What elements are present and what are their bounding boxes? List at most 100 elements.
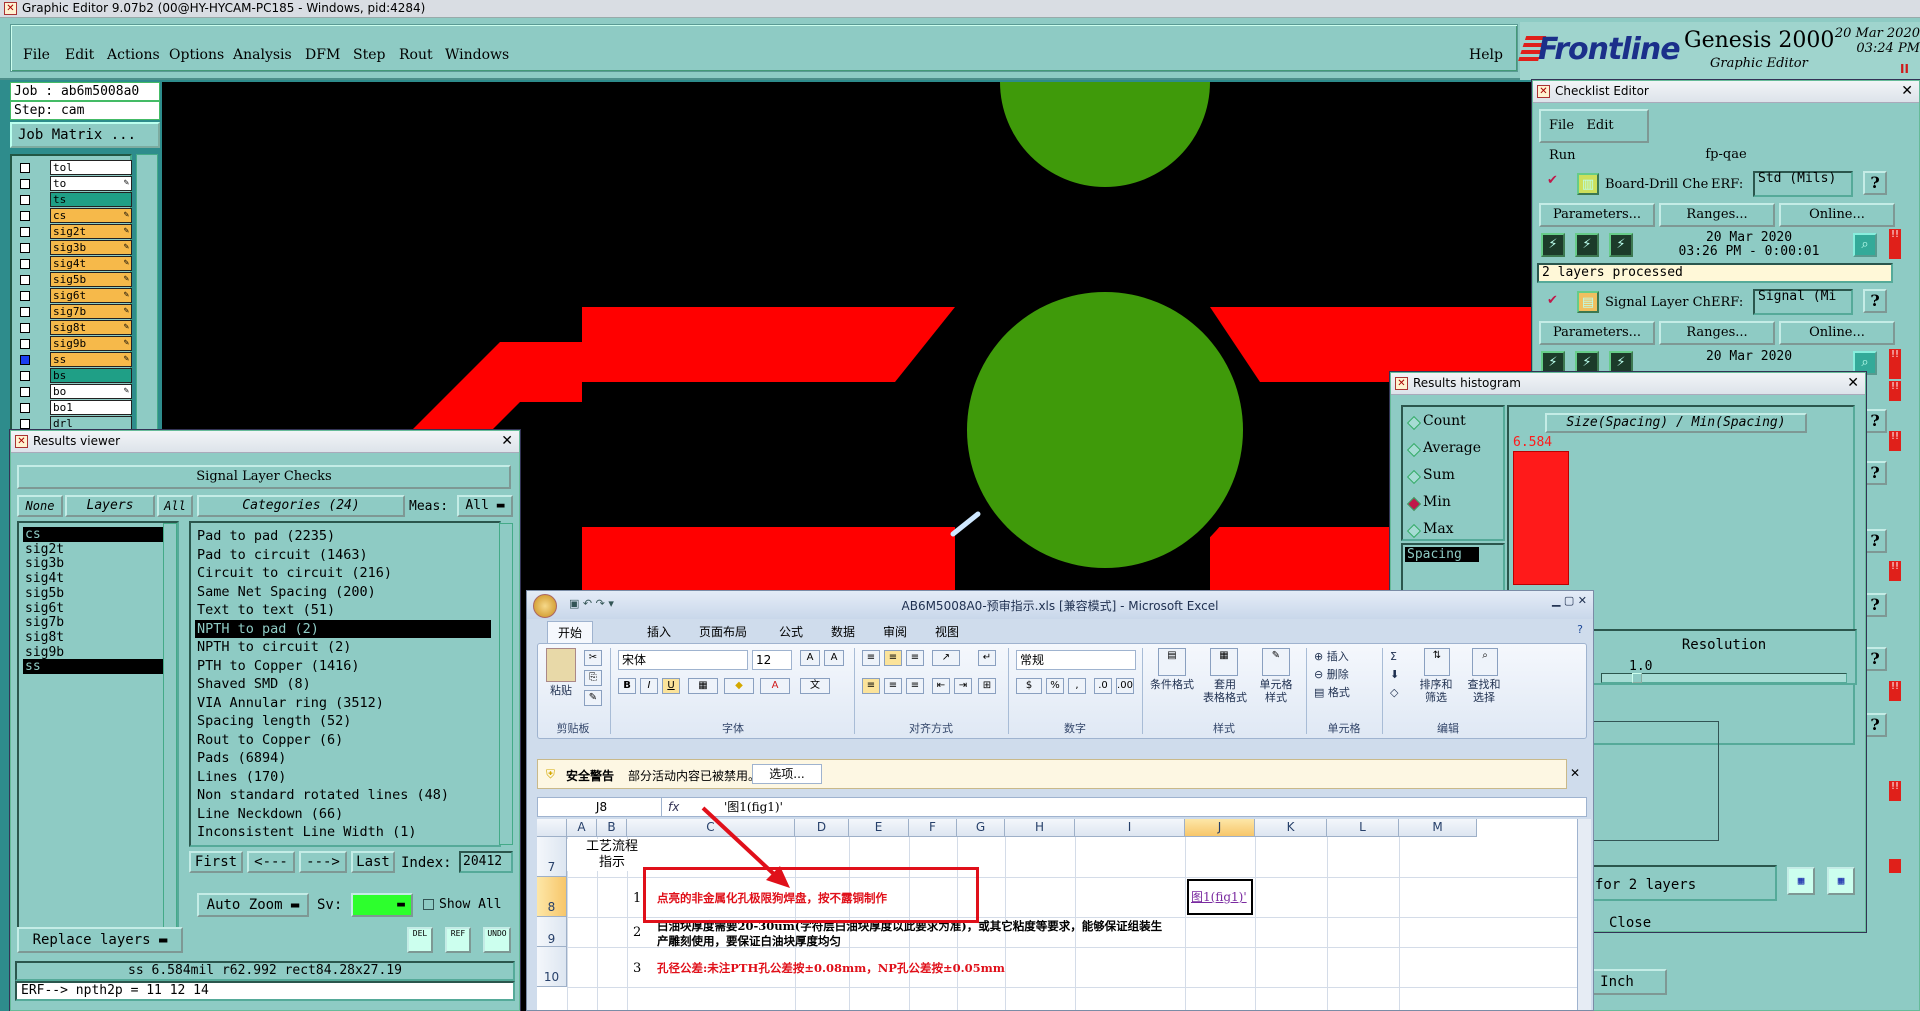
cell-style-icon[interactable]: ✎ [1262, 648, 1290, 676]
layer-row[interactable]: drl [16, 416, 134, 431]
conditional-format-button[interactable]: 条件格式 [1144, 678, 1200, 691]
wrap-text-icon[interactable]: ↵ [978, 650, 996, 666]
layers-all-button[interactable]: All [157, 495, 193, 517]
layer-row[interactable]: sig4t [16, 256, 134, 271]
fill-color-icon[interactable]: ◆ [724, 678, 754, 694]
cell-style-button[interactable]: 单元格 样式 [1254, 678, 1298, 704]
layer-checkbox[interactable] [20, 195, 30, 205]
sort-filter-button[interactable]: 排序和 筛选 [1414, 678, 1458, 704]
menu-step[interactable]: Step [353, 47, 385, 63]
mode-max-radio[interactable]: Max [1423, 521, 1454, 537]
formula-content[interactable]: '图1(fig1)' [724, 798, 783, 816]
row1-check-icon[interactable]: ✔ [1547, 173, 1558, 188]
format-painter-icon[interactable]: ✎ [584, 690, 602, 706]
category-item[interactable]: Shaved SMD (8) [195, 675, 491, 693]
align-middle-icon[interactable]: ≡ [884, 650, 902, 666]
column-header[interactable]: K [1255, 819, 1327, 837]
row-number-cell[interactable]: 2 [633, 925, 641, 940]
column-header[interactable]: D [795, 819, 849, 837]
decrease-indent-icon[interactable]: ⇤ [932, 678, 950, 694]
layers-results-list[interactable]: cs sig2t sig3b sig4t sig5b sig6t sig7b sig8t sig… [17, 521, 179, 931]
layer-checkbox[interactable] [20, 307, 30, 317]
mode-average-radio[interactable]: Average [1423, 440, 1481, 456]
layer-row[interactable]: ss [16, 352, 134, 367]
layer-name[interactable]: sig5b [50, 272, 132, 287]
layer-checkbox[interactable] [20, 179, 30, 189]
column-header[interactable]: E [849, 819, 909, 837]
font-color-icon[interactable]: A [760, 678, 790, 694]
cell-j8[interactable]: 图1(fig1)' [1187, 879, 1253, 915]
result-layer-item[interactable]: cs [23, 527, 163, 542]
category-item[interactable]: Inconsistent Line Width (1) [195, 823, 491, 841]
row1-zoom-icon[interactable]: ⌕ [1853, 233, 1877, 257]
excel-window-controls[interactable]: ▁ ▢ ✕ [1552, 594, 1587, 607]
result-layer-item[interactable]: sig5b [23, 586, 163, 601]
row1-run-icon[interactable]: ⚡ [1541, 233, 1565, 257]
layer-checkbox[interactable] [20, 371, 30, 381]
sv-color-dropdown[interactable]: ▬ [351, 893, 413, 917]
index-field[interactable]: 20412 [459, 851, 513, 873]
layer-row[interactable]: sig6t [16, 288, 134, 303]
category-item[interactable]: Rout to Copper (6) [195, 731, 491, 749]
histogram-print-icon[interactable]: ▦ [1827, 867, 1855, 895]
next-button[interactable]: ---> [299, 851, 347, 873]
layer-checkbox[interactable] [20, 275, 30, 285]
category-item[interactable]: PTH to Copper (1416) [195, 657, 491, 675]
layer-row[interactable]: tol [16, 160, 134, 175]
row-header[interactable]: 10 [537, 947, 567, 987]
column-header[interactable]: M [1399, 819, 1477, 837]
close-icon[interactable]: ✕ [1847, 373, 1859, 394]
comma-icon[interactable]: , [1068, 678, 1086, 694]
layer-checkbox[interactable] [20, 355, 30, 365]
grow-font-icon[interactable]: A [800, 650, 820, 666]
cut-icon[interactable]: ✂ [584, 650, 602, 666]
mode-min-radio[interactable]: Min [1423, 494, 1451, 510]
function-icon[interactable]: fx [668, 798, 718, 816]
increase-indent-icon[interactable]: ⇥ [954, 678, 972, 694]
layer-checkbox[interactable] [20, 403, 30, 413]
layer-name[interactable]: sig4t [50, 256, 132, 271]
layer-row[interactable]: sig3b [16, 240, 134, 255]
menu-analysis[interactable]: Analysis [233, 47, 292, 63]
row3-help-icon[interactable]: ? [1863, 409, 1887, 433]
align-top-icon[interactable]: ≡ [862, 650, 880, 666]
name-box[interactable]: J8 [542, 798, 662, 816]
column-header[interactable]: A [567, 819, 597, 837]
number-format-select[interactable]: 常规 [1016, 650, 1136, 670]
mode-sum-radio[interactable]: Sum [1423, 467, 1455, 483]
align-right-icon[interactable]: ≡ [906, 678, 924, 694]
menu-windows[interactable]: Windows [445, 47, 509, 63]
align-center-icon[interactable]: ≡ [884, 678, 902, 694]
decrease-decimal-icon[interactable]: .00 [1116, 678, 1134, 694]
autosum-icon[interactable]: Σ [1390, 650, 1397, 663]
layer-checkbox[interactable] [20, 339, 30, 349]
category-item[interactable]: Lines (170) [195, 768, 491, 786]
category-item[interactable]: Pads (6894) [195, 749, 491, 767]
layer-checkbox[interactable] [20, 227, 30, 237]
categories-list[interactable]: Pad to pad (2235) Pad to circuit (1463) Ci… [189, 521, 501, 847]
category-item[interactable]: Line Neckdown (66) [195, 805, 491, 823]
column-header[interactable]: J [1185, 819, 1255, 837]
instruction-cell[interactable]: 白油块厚度需要20-30um(字符层白油块厚度以此要求为准)，或其它粘度等要求，… [657, 919, 1267, 949]
layer-row[interactable]: cs [16, 208, 134, 223]
category-item[interactable]: Non standard rotated lines (48) [195, 786, 491, 804]
merge-cells-icon[interactable]: ⊞ [978, 678, 996, 694]
layer-row[interactable]: to [16, 176, 134, 191]
menu-dfm[interactable]: DFM [305, 47, 340, 63]
layer-row[interactable]: sig9b [16, 336, 134, 351]
histogram-bar[interactable] [1513, 451, 1569, 585]
layer-name[interactable]: tol [50, 160, 132, 175]
job-matrix-button[interactable]: Job Matrix ... [10, 122, 160, 148]
row2-erf-field[interactable]: Signal (Mi [1753, 289, 1853, 315]
show-all-checkbox[interactable] [423, 899, 434, 910]
result-layer-item[interactable]: sig3b [23, 556, 163, 571]
worksheet-scrollbar[interactable] [1577, 819, 1591, 1010]
align-left-icon[interactable]: ≡ [862, 678, 880, 694]
result-layer-item[interactable]: sig2t [23, 542, 163, 557]
delete-cells-button[interactable]: ⊖ 删除 [1314, 668, 1349, 681]
shrink-font-icon[interactable]: A [824, 650, 844, 666]
conditional-format-icon[interactable]: ▤ [1158, 648, 1186, 676]
meas-dropdown[interactable]: All ▬ [457, 495, 513, 517]
format-cells-button[interactable]: ▤ 格式 [1314, 686, 1350, 699]
layer-name[interactable]: bo1 [50, 400, 132, 415]
